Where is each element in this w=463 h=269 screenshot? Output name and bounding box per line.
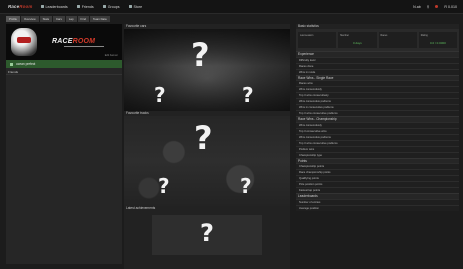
- stat-row-label: Number of entries: [299, 200, 321, 204]
- stat-row-label: Qualifying points: [299, 177, 319, 180]
- app-logo[interactable]: RaceRoom: [8, 4, 33, 9]
- profile-banner: RACEROOM Edit banner: [6, 24, 122, 60]
- stat-row-label: Average position: [299, 206, 319, 210]
- groups-icon: [102, 5, 106, 8]
- statistics-column: Basic statistics Last session Member 0 da…: [296, 24, 459, 264]
- notification-icon[interactable]: [435, 5, 439, 8]
- placeholder-main-car[interactable]: ?: [191, 39, 210, 71]
- tab-stats[interactable]: Stats: [39, 16, 52, 22]
- tab-cars[interactable]: Cars: [52, 16, 65, 22]
- stat-row-label: Wins consecutively: [299, 88, 322, 91]
- leaderboards-icon: [40, 5, 44, 8]
- placeholder-car-3[interactable]: ?: [242, 85, 254, 105]
- raceroom-logo: RACEROOM: [52, 38, 96, 45]
- stat-row-label: Wins consecutive podiums: [299, 100, 331, 103]
- nav-store[interactable]: Store: [128, 5, 142, 9]
- main-nav: Leaderboards Friends Groups Store: [40, 5, 152, 9]
- stat-last-session: Last session: [298, 32, 337, 48]
- achievements-panel: ?: [124, 211, 290, 269]
- stat-row-label: Races done: [299, 64, 314, 68]
- stat-row-label: Championship points: [299, 165, 325, 168]
- tab-lap[interactable]: Lap: [65, 16, 77, 22]
- stat-row-label: Wins in mode: [299, 70, 316, 74]
- stat-row-label: Championship type: [299, 153, 323, 157]
- tab-team-data[interactable]: Team Data: [90, 16, 110, 22]
- top-right-area: N.ab ⚲ R 0.010: [407, 5, 457, 9]
- online-status-icon: [10, 62, 13, 66]
- stat-member: Member 0 days: [338, 32, 377, 48]
- stat-row-label: Races wins: [299, 82, 313, 85]
- user-menu[interactable]: N.ab: [413, 5, 421, 9]
- favourites-column: Favourite cars ? ? ? Favourite tracks ? …: [124, 24, 290, 269]
- placeholder-car-2[interactable]: ?: [154, 85, 166, 105]
- stat-row-label: Race championship points: [299, 171, 331, 174]
- profile-name-bar[interactable]: ocean prefect: [6, 60, 122, 68]
- stat-row-label: Fastest lap points: [299, 189, 321, 192]
- store-icon: [128, 5, 132, 8]
- helmet-avatar[interactable]: [11, 28, 37, 56]
- stat-rating: Rating 0.0 / 0.0000: [418, 32, 457, 48]
- stat-row-label: Pole position points: [299, 183, 323, 186]
- stat-races: Races: [378, 32, 417, 48]
- edit-banner-link[interactable]: Edit banner: [105, 54, 118, 57]
- tab-profile[interactable]: Profile: [6, 16, 20, 22]
- nav-friends[interactable]: Friends: [76, 5, 94, 9]
- achievement-card[interactable]: ?: [152, 215, 262, 255]
- stat-row-label: Wins in consecutive podiums: [299, 106, 334, 109]
- placeholder-main-track[interactable]: ?: [194, 122, 213, 154]
- stat-row-label: Wins consecutive podiums: [299, 135, 331, 139]
- stat-row: Average position: [296, 204, 459, 211]
- profile-subnav: Profile Overview Stats Cars Lap Find Tea…: [6, 16, 111, 22]
- stat-groups: Experience Difficulty level Races done Wins…: [296, 51, 459, 211]
- stat-row-label: Podium wins: [299, 147, 315, 151]
- tab-find[interactable]: Find: [77, 16, 89, 22]
- stat-row-label: Top 3 wins consecutive podiums: [299, 112, 338, 115]
- friends-icon: [76, 5, 80, 8]
- search-icon[interactable]: ⚲: [427, 5, 430, 9]
- favourite-tracks-panel: ? ? ?: [124, 116, 290, 206]
- balance-label[interactable]: R 0.010: [444, 5, 457, 9]
- stat-row-label: Top 3 consecutive wins: [299, 129, 327, 133]
- friends-section-label: Friends: [6, 70, 122, 75]
- stats-summary: Last session Member 0 days Races Rating 0.…: [296, 29, 459, 51]
- placeholder-track-2[interactable]: ?: [158, 176, 170, 196]
- placeholder-achievement: ?: [200, 219, 214, 247]
- logo-underline: [64, 46, 104, 47]
- nav-groups[interactable]: Groups: [102, 5, 120, 9]
- nav-leaderboards[interactable]: Leaderboards: [40, 5, 68, 9]
- top-navigation-bar: RaceRoom Leaderboards Friends Groups Sto…: [0, 0, 463, 14]
- profile-column: RACEROOM Edit banner ocean prefect Frien…: [6, 24, 122, 264]
- stat-row-label: Wins consecutively: [299, 123, 322, 127]
- stat-row-label: Top 3 wins consecutively: [299, 94, 329, 97]
- stat-row-label: Top 3 wins consecutive podiums: [299, 141, 338, 145]
- favourite-cars-panel: ? ? ?: [124, 29, 290, 111]
- tab-overview[interactable]: Overview: [20, 16, 39, 22]
- placeholder-track-3[interactable]: ?: [240, 176, 252, 196]
- stat-row-label: Difficulty level: [299, 58, 316, 62]
